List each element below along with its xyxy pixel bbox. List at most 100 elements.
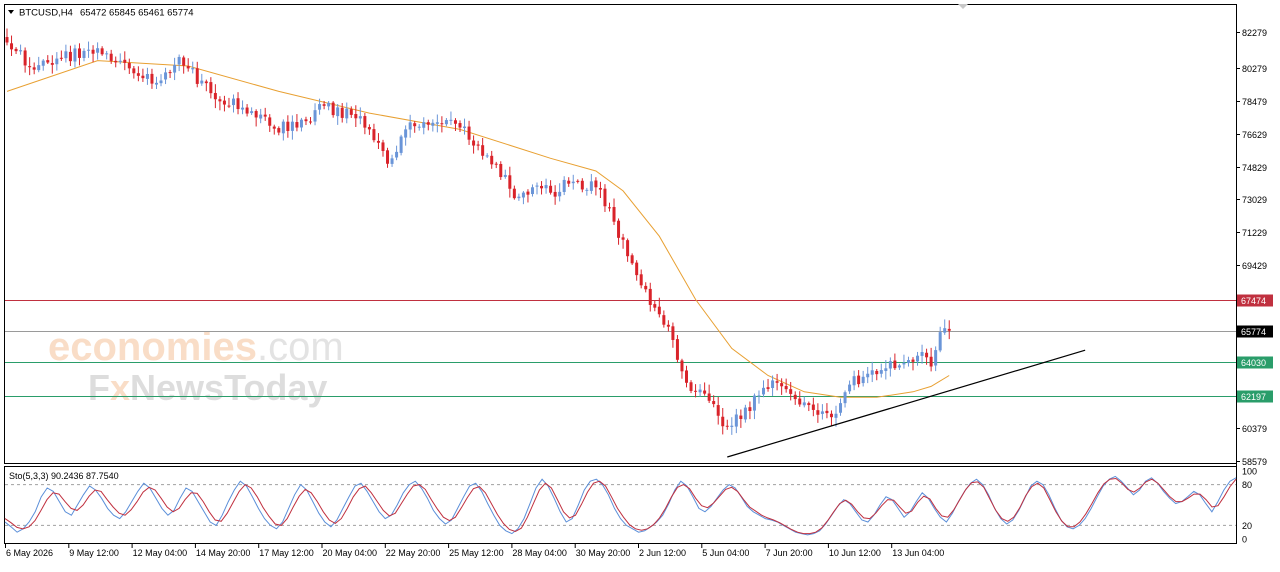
candle-body (417, 126, 421, 128)
candle-body (481, 145, 485, 156)
candle-body (390, 158, 394, 164)
time-tick-label: 25 May 12:00 (449, 548, 504, 558)
candle-body (426, 122, 430, 125)
candle-body (657, 306, 661, 315)
symbol-label: BTCUSD,H4 (19, 8, 73, 19)
candle-body (648, 288, 652, 305)
candle-body (571, 181, 575, 184)
candle-body (41, 60, 45, 66)
candle-body (413, 123, 417, 127)
candle-body (671, 326, 675, 340)
candle-body (177, 56, 181, 65)
candle-body (32, 67, 36, 70)
candle-body (109, 53, 113, 61)
candle-body (340, 107, 344, 118)
candle-body (358, 116, 362, 119)
candle-body (607, 207, 611, 209)
candle-body (730, 425, 734, 427)
candle-body (444, 120, 448, 125)
candle-body (123, 59, 127, 63)
candle-body (852, 376, 856, 386)
stochastic-tick-label: 0 (1242, 535, 1247, 545)
price-axis: 67474 65774 64030 62197 82279 80279 78479 76629… (1236, 28, 1273, 467)
candle-body (535, 185, 539, 187)
candle-body (82, 50, 86, 58)
candle-body (626, 240, 630, 257)
support-price-label: 62197 (1241, 392, 1266, 402)
candle-body (10, 43, 14, 50)
candle-body (521, 192, 525, 198)
time-tick-label: 10 Jun 12:00 (829, 548, 881, 558)
candle-body (902, 362, 906, 365)
candle-body (168, 72, 172, 74)
candle-body (463, 126, 467, 129)
candle-body (612, 207, 616, 222)
candle-body (476, 144, 480, 146)
candle-body (327, 102, 331, 107)
candle-body (603, 188, 607, 207)
watermark: economies.com FxNewsToday (48, 325, 344, 408)
time-tick-label: 14 May 20:00 (196, 548, 251, 558)
candle-body (14, 48, 18, 52)
watermark-newstoday-text: NewsToday (130, 367, 327, 408)
time-tick-label: 13 Jun 04:00 (892, 548, 944, 558)
candle-body (222, 100, 226, 105)
candle-body (834, 413, 838, 418)
candle-body (503, 174, 507, 177)
candle-body (594, 180, 598, 188)
candle-body (345, 108, 349, 119)
candle-body (512, 188, 516, 199)
candle-body (567, 180, 571, 184)
candle-body (55, 58, 59, 65)
candle-body (182, 57, 186, 66)
candle-body (204, 81, 208, 84)
candle-body (739, 415, 743, 419)
candle-body (802, 402, 806, 406)
stochastic-tick-label: 80 (1242, 480, 1252, 490)
candle-body (553, 191, 557, 197)
candle-body (318, 104, 322, 110)
stochastic-label: Sto(5,3,3) 90.2436 87.7540 (9, 471, 119, 481)
candle-body (309, 121, 313, 123)
candle-body (793, 394, 797, 400)
candle-body (435, 122, 439, 124)
candle-body (408, 122, 412, 130)
candle-body (929, 356, 933, 367)
candle-body (105, 53, 109, 55)
candle-body (195, 68, 199, 84)
candle-body (712, 401, 716, 405)
price-tick-label: 69429 (1242, 261, 1267, 271)
candle-body (816, 410, 820, 415)
candle-body (703, 390, 707, 394)
time-tick-label: 17 May 12:00 (259, 548, 314, 558)
candle-body (96, 48, 100, 53)
candle-body (354, 114, 358, 119)
candle-body (259, 114, 263, 119)
candle-body (639, 274, 643, 286)
candle-body (127, 62, 131, 69)
candle-body (938, 332, 942, 351)
candle-body (857, 375, 861, 385)
price-tick-label: 82279 (1242, 28, 1267, 38)
time-axis: 6 May 2026 9 May 12:00 12 May 04:00 14 May … (5, 544, 944, 558)
chart-canvas[interactable]: economies.com FxNewsToday 67474 65774 6403… (0, 0, 1280, 567)
price-tick-label: 73029 (1242, 195, 1267, 205)
candle-body (431, 122, 435, 126)
candle-body (64, 51, 68, 59)
candle-body (698, 389, 702, 393)
candle-body (494, 163, 498, 165)
candle-body (28, 66, 32, 68)
support-price-label: 64030 (1241, 358, 1266, 368)
time-tick-label: 6 May 2026 (6, 548, 53, 558)
candle-body (363, 116, 367, 128)
candle-body (173, 65, 177, 73)
candle-body (136, 73, 140, 76)
candle (675, 335, 679, 363)
candle-body (820, 411, 824, 414)
candle-body (295, 122, 299, 128)
time-tick-label: 28 May 04:00 (512, 548, 567, 558)
candle-body (662, 315, 666, 325)
candle-body (825, 410, 829, 414)
candle-body (653, 304, 657, 308)
candle-body (485, 155, 489, 157)
